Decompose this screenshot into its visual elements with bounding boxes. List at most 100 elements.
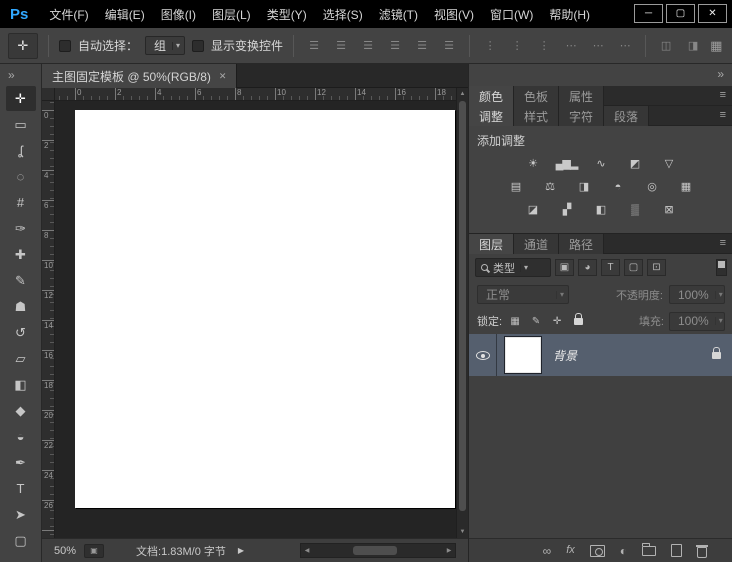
adjustment-curves-icon[interactable]: ∿ (589, 156, 613, 172)
menu-select[interactable]: 选择(S) (316, 4, 370, 25)
new-layer-icon[interactable] (671, 544, 682, 557)
tab-properties[interactable]: 属性 (559, 86, 604, 106)
close-button[interactable]: ✕ (698, 4, 727, 23)
panel-menu-icon[interactable]: ≡ (720, 110, 726, 121)
scroll-up-arrow[interactable]: ▲ (457, 88, 468, 100)
new-group-icon[interactable] (642, 546, 656, 556)
blend-mode-dropdown[interactable]: 正常 ▾ (477, 285, 569, 304)
document-tab[interactable]: 主图固定模板 @ 50%(RGB/8) ✕ (42, 64, 237, 88)
add-layer-mask-icon[interactable] (590, 545, 605, 557)
adjustment-threshold-icon[interactable]: ◧ (589, 202, 613, 218)
menu-edit[interactable]: 编辑(E) (98, 4, 152, 25)
vertical-ruler[interactable]: 0 2 4 6 8 10 12 14 16 18 20 22 24 26 (42, 101, 55, 538)
vertical-scroll-thumb[interactable] (459, 101, 466, 511)
adjustment-gradient-map-icon[interactable]: ▒ (623, 202, 647, 218)
tab-color[interactable]: 颜色 (469, 86, 514, 106)
maximize-button[interactable]: ▢ (666, 4, 695, 23)
3d-mode-button[interactable]: ◨ (683, 36, 703, 56)
filter-type-layers-button[interactable]: T (601, 259, 620, 276)
horizontal-scroll-thumb[interactable] (353, 546, 397, 555)
clone-stamp-tool[interactable]: ☗ (6, 294, 36, 319)
eraser-tool[interactable]: ▱ (6, 346, 36, 371)
current-tool-indicator[interactable]: ✛ (8, 33, 38, 59)
adjustment-selective-color-icon[interactable]: ⊠ (657, 202, 681, 218)
delete-layer-icon[interactable] (697, 544, 707, 558)
align-top-edges-button[interactable]: ☰ (385, 36, 405, 56)
tab-adjustments[interactable]: 调整 (469, 106, 514, 126)
tab-layers[interactable]: 图层 (469, 234, 514, 254)
filter-pixel-layers-button[interactable]: ▣ (555, 259, 574, 276)
menu-image[interactable]: 图像(I) (154, 4, 203, 25)
layer-filter-toggle[interactable] (716, 259, 727, 276)
layer-styles-icon[interactable]: fx (566, 545, 575, 556)
auto-select-checkbox[interactable] (59, 40, 71, 52)
new-adjustment-layer-icon[interactable]: ◐ (620, 545, 627, 557)
menu-file[interactable]: 文件(F) (42, 4, 95, 25)
adjustment-levels-icon[interactable]: ▄▆▂ (555, 156, 579, 172)
menu-window[interactable]: 窗口(W) (483, 4, 540, 25)
adjustment-color-lookup-icon[interactable]: ▦ (674, 179, 698, 195)
canvas[interactable] (75, 110, 455, 508)
crop-tool[interactable]: # (6, 190, 36, 215)
auto-align-layers-button[interactable]: ◫ (656, 36, 676, 56)
filter-shape-layers-button[interactable]: ▢ (624, 259, 643, 276)
menu-layer[interactable]: 图层(L) (205, 4, 258, 25)
adjustment-invert-icon[interactable]: ◪ (521, 202, 545, 218)
horizontal-ruler[interactable]: 0 2 4 6 8 10 12 14 16 18 (55, 88, 456, 101)
adjustment-color-balance-icon[interactable]: ⚖ (538, 179, 562, 195)
lasso-tool[interactable]: ʆ (6, 138, 36, 163)
dodge-tool[interactable]: ◒ (6, 424, 36, 449)
align-bottom-edges-button[interactable]: ☰ (439, 36, 459, 56)
lock-image-pixels-button[interactable]: ✎ (528, 314, 544, 329)
layer-row-background[interactable]: 背景 (469, 334, 732, 376)
menu-filter[interactable]: 滤镜(T) (372, 4, 425, 25)
toolbar-collapse-button[interactable]: » (0, 64, 41, 86)
rectangle-tool[interactable]: ▢ (6, 528, 36, 553)
adjustment-exposure-icon[interactable]: ◩ (623, 156, 647, 172)
status-preview-icon[interactable]: ▣ (84, 544, 104, 558)
link-layers-icon[interactable]: ∞ (543, 545, 552, 557)
quick-selection-tool[interactable]: ◌ (6, 164, 36, 189)
move-tool[interactable]: ✛ (6, 86, 36, 111)
status-flyout-arrow[interactable]: ▶ (238, 546, 244, 555)
auto-select-target-dropdown[interactable]: 组 ▾ (145, 36, 185, 55)
fill-field[interactable]: 100% ▾ (669, 312, 725, 331)
adjustment-posterize-icon[interactable]: ▞ (555, 202, 579, 218)
rectangular-marquee-tool[interactable]: ▭ (6, 112, 36, 137)
panels-collapse-button[interactable]: » (717, 67, 724, 81)
adjustment-channel-mixer-icon[interactable]: ◎ (640, 179, 664, 195)
distribute-top-edges-button[interactable]: ⋮ (480, 36, 500, 56)
lock-all-button[interactable] (570, 314, 586, 329)
menu-type[interactable]: 类型(Y) (260, 4, 314, 25)
distribute-left-edges-button[interactable]: ⋯ (561, 36, 581, 56)
scroll-left-arrow[interactable]: ◀ (301, 544, 313, 557)
adjustment-photo-filter-icon[interactable]: ◓ (606, 179, 630, 195)
spot-healing-brush-tool[interactable]: ✚ (6, 242, 36, 267)
tab-swatches[interactable]: 色板 (514, 86, 559, 106)
panel-menu-icon[interactable]: ≡ (720, 238, 726, 249)
close-icon[interactable]: ✕ (219, 71, 227, 82)
lock-position-button[interactable]: ✛ (549, 314, 565, 329)
workspace-switcher-icon[interactable]: ▦ (710, 38, 728, 54)
adjustment-brightness-contrast-icon[interactable]: ☀ (521, 156, 545, 172)
distribute-horizontal-centers-button[interactable]: ⋯ (588, 36, 608, 56)
opacity-field[interactable]: 100% ▾ (669, 285, 725, 304)
align-vertical-centers-button[interactable]: ☰ (412, 36, 432, 56)
scroll-down-arrow[interactable]: ▼ (457, 526, 468, 538)
filter-smart-objects-button[interactable]: ⊡ (647, 259, 666, 276)
distribute-right-edges-button[interactable]: ⋯ (615, 36, 635, 56)
vertical-scrollbar[interactable]: ▲ ▼ (456, 88, 468, 538)
align-horizontal-centers-button[interactable]: ☰ (331, 36, 351, 56)
tab-channels[interactable]: 通道 (514, 234, 559, 254)
distribute-bottom-edges-button[interactable]: ⋮ (534, 36, 554, 56)
menu-view[interactable]: 视图(V) (427, 4, 481, 25)
layer-visibility-toggle[interactable] (469, 334, 497, 376)
adjustment-vibrance-icon[interactable]: ▽ (657, 156, 681, 172)
distribute-vertical-centers-button[interactable]: ⋮ (507, 36, 527, 56)
pen-tool[interactable]: ✒ (6, 450, 36, 475)
tab-paths[interactable]: 路径 (559, 234, 604, 254)
panel-menu-icon[interactable]: ≡ (720, 90, 726, 101)
show-transform-checkbox[interactable] (192, 40, 204, 52)
align-right-edges-button[interactable]: ☰ (358, 36, 378, 56)
align-left-edges-button[interactable]: ☰ (304, 36, 324, 56)
